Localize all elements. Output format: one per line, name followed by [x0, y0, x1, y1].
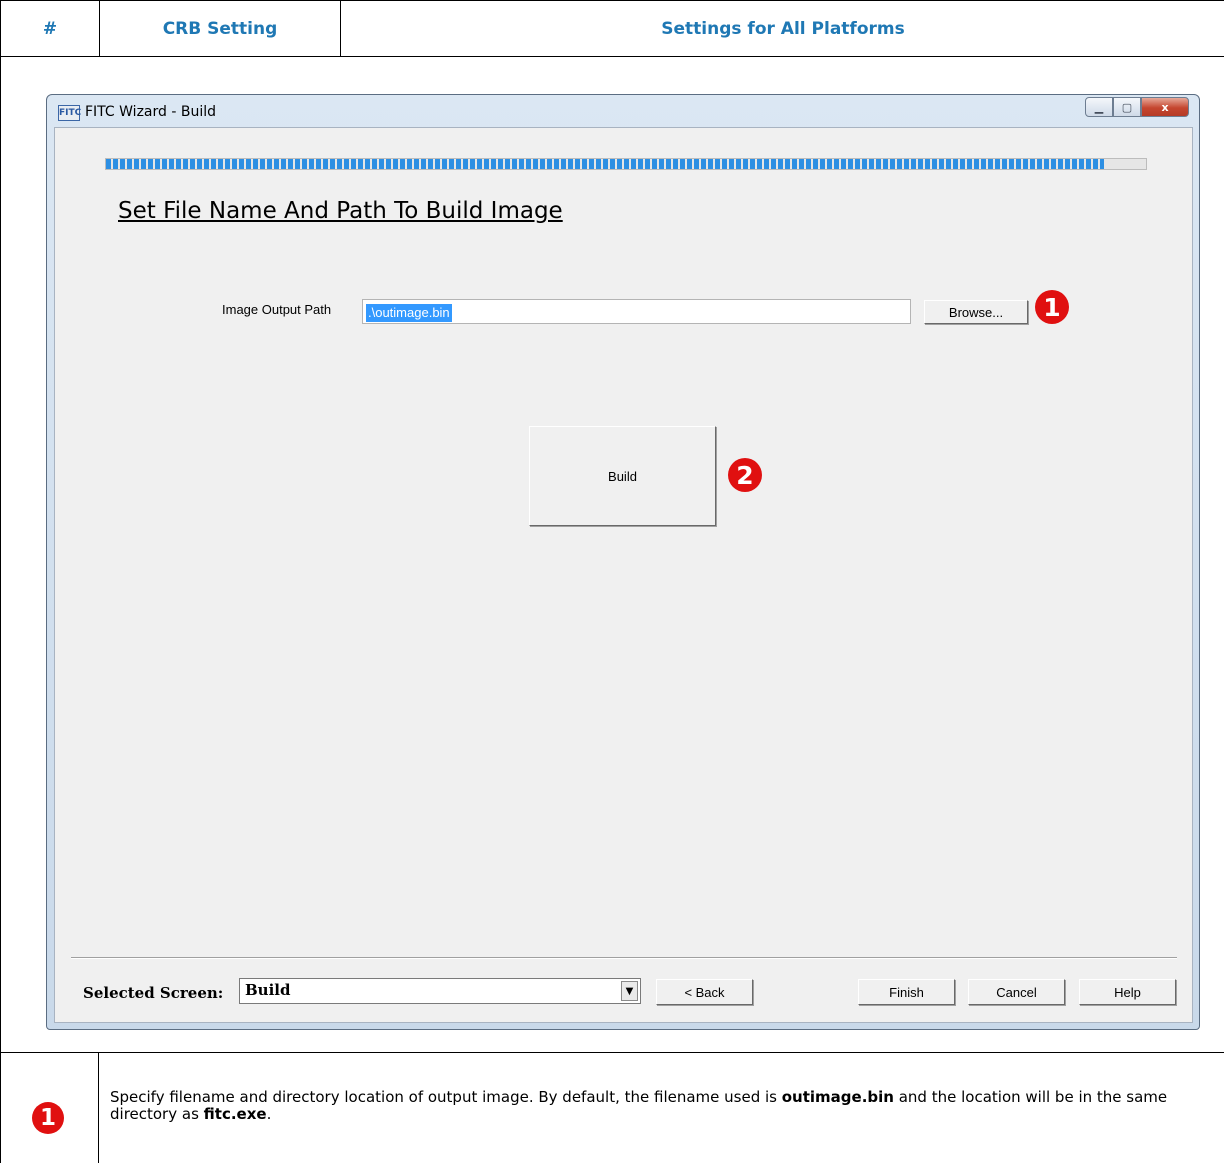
note-number-badge: 1: [32, 1102, 64, 1134]
wizard-client-area: Set File Name And Path To Build Image Im…: [54, 127, 1193, 1023]
callout-badge-2: 2: [728, 458, 762, 492]
minimize-icon: ▁: [1094, 100, 1104, 114]
progress-fill: [106, 159, 1105, 169]
window-controls: ▁ ▢ x: [1085, 97, 1189, 119]
table-column-divider: [98, 1053, 99, 1163]
help-button[interactable]: Help: [1079, 979, 1176, 1005]
fitc-wizard-window: FITC FITC Wizard - Build ▁ ▢ x Set File …: [46, 94, 1200, 1030]
column-header-crb-setting: CRB Setting: [100, 1, 341, 57]
selected-screen-dropdown[interactable]: Build ▼: [239, 978, 641, 1004]
selected-screen-value: Build: [245, 981, 291, 999]
fitc-app-icon: FITC: [58, 105, 81, 121]
footer-separator: [71, 957, 1177, 959]
page-heading: Set File Name And Path To Build Image: [118, 198, 563, 224]
image-output-path-input[interactable]: .\outimage.bin: [362, 299, 911, 324]
column-header-settings: Settings for All Platforms: [661, 19, 905, 39]
table-divider: [0, 1052, 1224, 1053]
table-border-left-lower: [0, 1053, 1, 1163]
browse-button[interactable]: Browse...: [924, 300, 1028, 324]
selected-screen-label: Selected Screen:: [83, 984, 224, 1002]
callout-badge-1: 1: [1035, 290, 1069, 324]
table-border-left: [0, 57, 1, 1053]
column-header-number: #: [1, 1, 100, 57]
minimize-button[interactable]: ▁: [1085, 97, 1113, 117]
close-button[interactable]: x: [1141, 97, 1189, 117]
finish-button[interactable]: Finish: [858, 979, 955, 1005]
cancel-button[interactable]: Cancel: [968, 979, 1065, 1005]
note-bold-exe: fitc.exe: [203, 1105, 267, 1123]
note-text-1: Specify filename and directory location …: [110, 1088, 782, 1106]
note-bold-filename: outimage.bin: [781, 1088, 894, 1106]
close-icon: x: [1161, 100, 1169, 114]
progress-bar: [105, 158, 1147, 170]
note-text: Specify filename and directory location …: [110, 1089, 1190, 1123]
build-button[interactable]: Build: [529, 426, 716, 526]
title-bar[interactable]: FITC FITC Wizard - Build ▁ ▢ x: [47, 95, 1199, 129]
table-header-row: # CRB Setting Settings for All Platforms: [0, 0, 1224, 57]
chevron-down-icon[interactable]: ▼: [621, 981, 638, 1001]
maximize-icon: ▢: [1121, 100, 1133, 114]
image-output-path-label: Image Output Path: [222, 302, 332, 317]
window-title: FITC Wizard - Build: [85, 104, 216, 120]
note-text-3: .: [266, 1105, 272, 1123]
back-button[interactable]: < Back: [656, 979, 753, 1005]
image-output-path-value: .\outimage.bin: [366, 304, 452, 322]
maximize-button[interactable]: ▢: [1113, 97, 1141, 117]
